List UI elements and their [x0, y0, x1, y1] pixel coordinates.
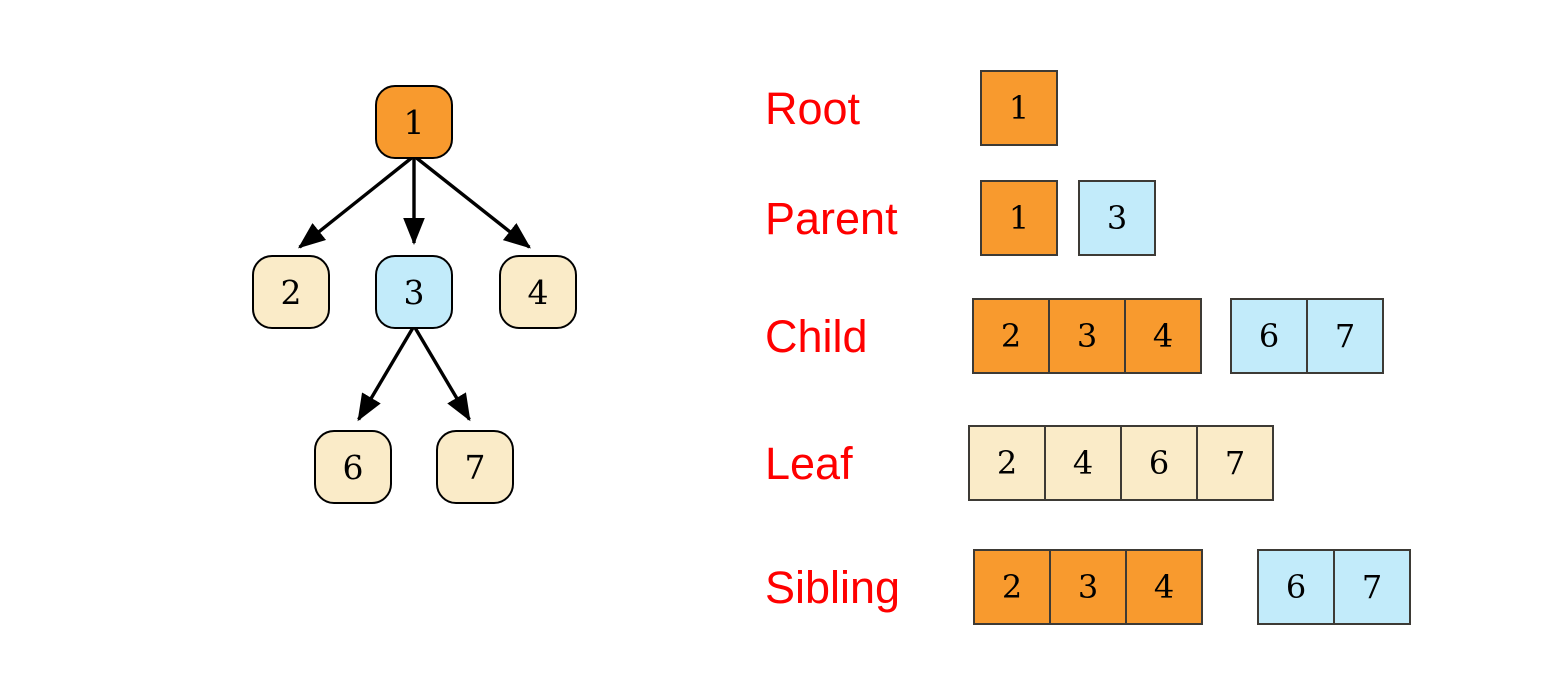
tree-diagram: 1 234 67: [0, 0, 700, 688]
tree-edge-3-to-6: [357, 325, 416, 422]
legend-group: 2467: [968, 425, 1274, 501]
legend-cell: 4: [1124, 298, 1202, 374]
legend-table: Root 1 Parent 1 3 Child 2 3 4 6 7 Leaf 2 4 6 7 Sibling 2 3…: [700, 0, 1562, 688]
legend-cell: 7: [1196, 425, 1274, 501]
legend-cell: 2: [968, 425, 1046, 501]
tree-node-4: 4: [499, 255, 577, 329]
legend-cell: 1: [980, 180, 1058, 256]
legend-cell: 6: [1230, 298, 1308, 374]
tree-edge-1-to-4: [412, 154, 531, 249]
tree-node-2: 2: [252, 255, 330, 329]
tree-node-7: 7: [436, 430, 514, 504]
legend-cell: 7: [1333, 549, 1411, 625]
legend-group: 67: [1257, 549, 1411, 625]
legend-group: 1: [980, 180, 1058, 256]
legend-row-child: Child 2 3 4 6 7: [700, 296, 1562, 376]
legend-cell: 1: [980, 70, 1058, 146]
legend-cell: 6: [1257, 549, 1335, 625]
legend-label-parent: Parent: [765, 192, 898, 244]
legend-cell: 3: [1078, 180, 1156, 256]
legend-group: 1: [980, 70, 1058, 146]
tree-node-1: 1: [375, 85, 453, 159]
legend-group: 3: [1078, 180, 1156, 256]
tree-node-6: 6: [314, 430, 392, 504]
legend-cell: 2: [972, 298, 1050, 374]
legend-row-parent: Parent 1 3: [700, 178, 1562, 258]
legend-label-sibling: Sibling: [765, 561, 901, 613]
legend-label-leaf: Leaf: [765, 437, 853, 489]
legend-group: 67: [1230, 298, 1384, 374]
legend-cell: 4: [1125, 549, 1203, 625]
diagram-canvas: 123467 Root 1 Parent 1 3 Child 2 3 4 6 7 Leaf 2 4 6 7 Si…: [0, 0, 1562, 688]
legend-cell: 3: [1049, 549, 1127, 625]
tree-node-3: 3: [375, 255, 453, 329]
legend-label-child: Child: [765, 310, 868, 362]
legend-cell: 6: [1120, 425, 1198, 501]
tree-edge-3-to-7: [412, 325, 471, 422]
legend-group: 234: [973, 549, 1203, 625]
legend-cell: 7: [1306, 298, 1384, 374]
tree-edge-1-to-2: [298, 154, 416, 249]
legend-cell: 4: [1044, 425, 1122, 501]
legend-cell: 2: [973, 549, 1051, 625]
tree-edges: [298, 154, 531, 422]
legend-row-root: Root 1: [700, 68, 1562, 148]
legend-row-leaf: Leaf 2 4 6 7: [700, 423, 1562, 503]
legend-label-root: Root: [765, 82, 861, 134]
legend-cell: 3: [1048, 298, 1126, 374]
legend-group: 234: [972, 298, 1202, 374]
legend-row-sibling: Sibling 2 3 4 6 7: [700, 547, 1562, 627]
